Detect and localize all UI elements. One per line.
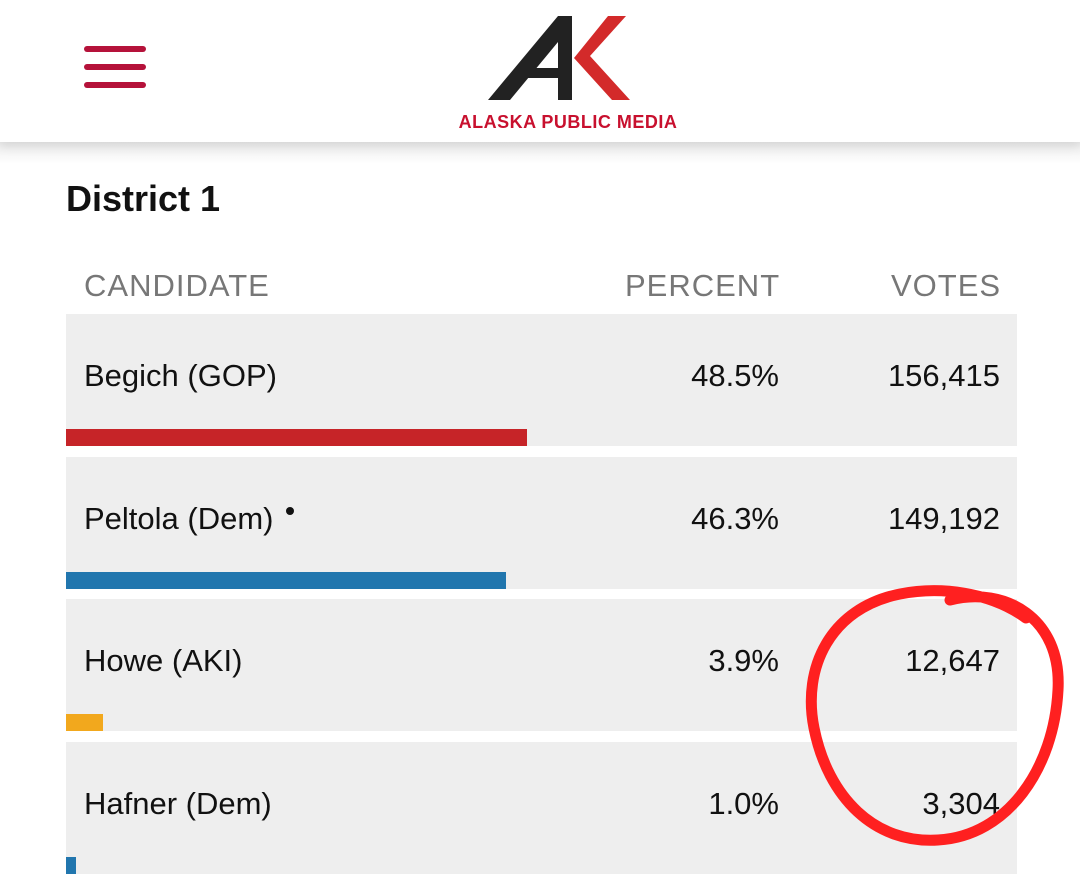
- vote-share-bar: [66, 572, 506, 589]
- candidate-percent: 3.9%: [708, 643, 779, 678]
- ak-logo-icon: [488, 16, 630, 100]
- site-logo[interactable]: ALASKA PUBLIC MEDIA: [440, 8, 700, 136]
- candidate-percent: 46.3%: [691, 501, 779, 536]
- candidate-votes: 12,647: [905, 643, 1000, 678]
- column-header-votes: VOTES: [891, 268, 1002, 303]
- table-row-peltola: Peltola (Dem) 46.3% 149,192: [66, 457, 1017, 589]
- candidate-name: Begich (GOP): [84, 358, 277, 393]
- candidate-name: Peltola (Dem): [84, 501, 274, 536]
- table-row-hafner: Hafner (Dem) 1.0% 3,304: [66, 742, 1017, 874]
- hamburger-menu-icon[interactable]: [82, 42, 148, 92]
- candidate-percent: 48.5%: [691, 358, 779, 393]
- candidate-percent: 1.0%: [708, 786, 779, 821]
- table-row-howe: Howe (AKI) 3.9% 12,647: [66, 599, 1017, 731]
- logo-text: ALASKA PUBLIC MEDIA: [458, 112, 678, 132]
- column-header-percent: PERCENT: [625, 268, 781, 303]
- candidate-name: Hafner (Dem): [84, 786, 272, 821]
- vote-share-bar: [66, 429, 527, 446]
- district-title: District 1: [66, 178, 221, 219]
- candidate-name-with-marker: Peltola (Dem): [84, 501, 294, 537]
- candidate-votes: 156,415: [887, 358, 1000, 393]
- vote-share-bar: [66, 714, 103, 731]
- candidate-votes: 149,192: [887, 501, 1000, 536]
- column-header-candidate: CANDIDATE: [84, 268, 270, 303]
- site-header: ALASKA PUBLIC MEDIA: [0, 0, 1080, 142]
- vote-share-bar: [66, 857, 76, 874]
- bullet-dot-icon: [285, 507, 294, 515]
- table-row-begich: Begich (GOP) 48.5% 156,415: [66, 314, 1017, 446]
- header-shadow: [0, 142, 1080, 164]
- candidate-name: Howe (AKI): [84, 643, 243, 678]
- candidate-votes: 3,304: [922, 786, 1000, 821]
